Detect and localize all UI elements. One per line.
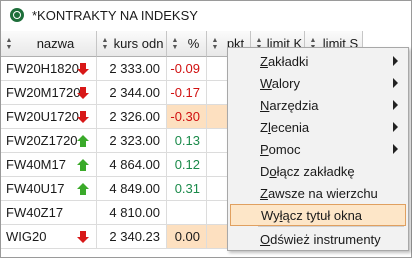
- label-suffix: alory: [271, 75, 300, 91]
- instrument-name: FW20U1720: [6, 109, 79, 124]
- percent-change: 0.31: [167, 177, 207, 201]
- reference-price: 4 864.00: [97, 153, 167, 177]
- instrument-name: FW40M17: [6, 157, 66, 172]
- column-header-kurs[interactable]: ▲ ▼ kurs odn: [97, 31, 167, 57]
- instrument-name: FW20Z1720: [6, 133, 78, 148]
- percent-change: [167, 201, 207, 225]
- reference-price: 2 344.00: [97, 81, 167, 105]
- menu-item-label: Odśwież instrumenty: [260, 232, 381, 247]
- label-suffix: akładki: [267, 53, 309, 69]
- menu-item-5[interactable]: Dołącz zakładkę: [230, 160, 406, 182]
- arrow-down-icon: [77, 231, 89, 243]
- title-bar[interactable]: *KONTRAKTY NA INDEKSY: [1, 1, 411, 29]
- reference-price: 2 326.00: [97, 105, 167, 129]
- mnemonic-letter: Z: [260, 53, 268, 69]
- mnemonic-letter: W: [260, 75, 272, 91]
- menu-item-8[interactable]: Odśwież instrumenty: [230, 228, 406, 250]
- instrument-name-cell[interactable]: FW40M17: [1, 153, 97, 177]
- percent-change: 0.12: [167, 153, 207, 177]
- label-suffix: awsze na wierzchu: [267, 185, 378, 201]
- instrument-name-cell[interactable]: FW20Z1720: [1, 129, 97, 153]
- instrument-name-cell[interactable]: FW40Z17: [1, 201, 97, 225]
- instrument-name: WIG20: [6, 229, 47, 244]
- label-prefix: Z: [260, 119, 268, 135]
- arrow-up-icon: [77, 183, 89, 195]
- percent-change: -0.09: [167, 57, 207, 81]
- column-header-label: kurs odn: [113, 36, 164, 51]
- label-prefix: D: [260, 163, 270, 179]
- menu-item-label: Walory: [260, 76, 300, 91]
- menu-separator: [258, 226, 404, 227]
- menu-item-label: Zlecenia: [260, 120, 309, 135]
- menu-item-1[interactable]: Walory: [230, 72, 406, 94]
- sort-icon: ▲▼: [101, 36, 109, 51]
- mnemonic-letter: Z: [260, 185, 268, 201]
- column-header-nazwa[interactable]: ▲ ▼ nazwa: [1, 31, 97, 57]
- submenu-arrow-icon: [393, 56, 398, 66]
- instrument-name: FW20H1820: [6, 61, 79, 76]
- submenu-arrow-icon: [393, 122, 398, 132]
- label-suffix: łącz zakładkę: [276, 163, 355, 179]
- window-title: *KONTRAKTY NA INDEKSY: [32, 7, 198, 23]
- menu-item-label: Zawsze na wierzchu: [260, 186, 378, 201]
- reference-price: 2 333.00: [97, 57, 167, 81]
- column-header-label: nazwa: [36, 36, 75, 51]
- sort-icon: ▲▼: [171, 36, 179, 51]
- label-suffix: omoc: [268, 141, 301, 157]
- arrow-down-icon: [77, 111, 89, 123]
- menu-item-label: Pomoc: [260, 142, 300, 157]
- reference-price: 2 340.23: [97, 225, 167, 249]
- app-icon: [10, 8, 24, 22]
- context-menu: Zakładki Walory Narzędzia Zlecenia Pomoc Dołą…: [227, 47, 409, 251]
- reference-price: 4 810.00: [97, 201, 167, 225]
- mnemonic-letter: P: [260, 141, 269, 157]
- menu-item-label: Narzędzia: [260, 98, 319, 113]
- arrow-down-icon: [77, 87, 89, 99]
- reference-price: 2 323.00: [97, 129, 167, 153]
- instrument-name-cell[interactable]: FW20U1720: [1, 105, 97, 129]
- menu-item-label: Dołącz zakładkę: [260, 164, 355, 179]
- percent-change: 0.00: [167, 225, 207, 249]
- label-suffix: ącz tytuł okna: [282, 207, 363, 223]
- label-suffix: arzędzia: [269, 97, 319, 113]
- mnemonic-letter: o: [269, 163, 277, 179]
- menu-item-3[interactable]: Zlecenia: [230, 116, 406, 138]
- mnemonic-letter: N: [260, 97, 270, 113]
- label-prefix: Wy: [261, 207, 280, 223]
- arrow-up-icon: [77, 159, 89, 171]
- instrument-name-cell[interactable]: WIG20: [1, 225, 97, 249]
- reference-price: 4 849.00: [97, 177, 167, 201]
- submenu-arrow-icon: [393, 78, 398, 88]
- label-suffix: ecenia: [270, 119, 310, 135]
- arrow-up-icon: [77, 135, 89, 147]
- column-header-label: %: [187, 36, 200, 51]
- instrument-name-cell[interactable]: FW20M1720: [1, 81, 97, 105]
- menu-item-0[interactable]: Zakładki: [230, 50, 406, 72]
- percent-change: -0.17: [167, 81, 207, 105]
- instrument-name: FW20M1720: [6, 85, 81, 100]
- quote-window: *KONTRAKTY NA INDEKSY ▲ ▼ nazwa ▲ ▼ kurs odn ▲…: [0, 0, 412, 258]
- menu-item-label: Zakładki: [260, 54, 308, 69]
- percent-change: -0.30: [167, 105, 207, 129]
- sort-icon: ▲▼: [5, 36, 13, 51]
- percent-change: 0.13: [167, 129, 207, 153]
- instrument-name-cell[interactable]: FW40U17: [1, 177, 97, 201]
- instrument-name: FW40Z17: [6, 205, 64, 220]
- submenu-arrow-icon: [393, 144, 398, 154]
- submenu-arrow-icon: [393, 100, 398, 110]
- label-suffix: dśwież instrumenty: [270, 231, 381, 247]
- menu-item-6[interactable]: Zawsze na wierzchu: [230, 182, 406, 204]
- column-header-pct[interactable]: ▲ ▼%: [167, 31, 207, 57]
- arrow-down-icon: [77, 63, 89, 75]
- menu-item-4[interactable]: Pomoc: [230, 138, 406, 160]
- mnemonic-letter: O: [260, 231, 271, 247]
- menu-item-7[interactable]: Wyłącz tytuł okna: [230, 204, 406, 226]
- instrument-name-cell[interactable]: FW20H1820: [1, 57, 97, 81]
- menu-item-label: Wyłącz tytuł okna: [261, 208, 362, 223]
- menu-item-2[interactable]: Narzędzia: [230, 94, 406, 116]
- instrument-name: FW40U17: [6, 181, 65, 196]
- sort-icon: ▲▼: [211, 36, 219, 51]
